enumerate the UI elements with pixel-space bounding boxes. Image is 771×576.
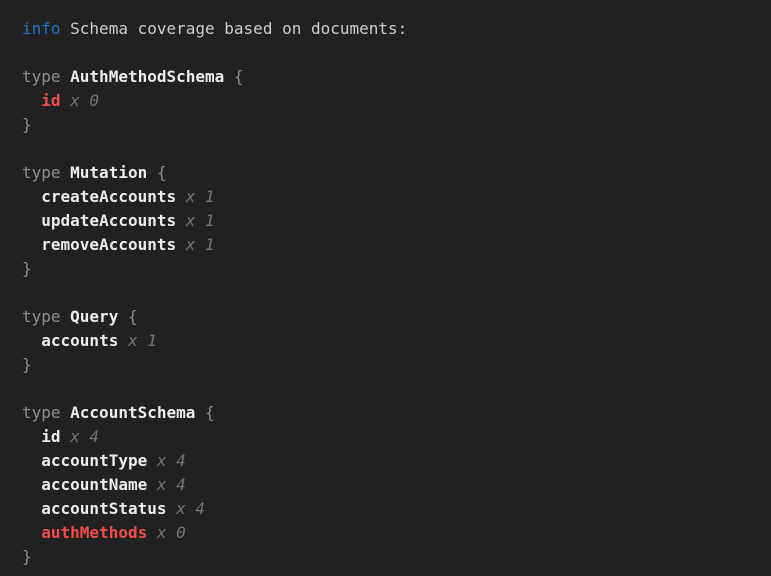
open-brace: { — [205, 403, 215, 422]
field-count: x 1 — [128, 331, 157, 350]
field-count: x 4 — [176, 499, 205, 518]
type-header: type AccountSchema { — [22, 401, 761, 425]
field-name: accountType — [41, 451, 147, 470]
type-header: type AuthMethodSchema { — [22, 65, 761, 89]
close-brace: } — [22, 259, 32, 278]
type-keyword: type — [22, 163, 61, 182]
terminal-window: infoSchema coverage based on documents: … — [0, 0, 771, 576]
field-line: createAccounts x 1 — [22, 185, 761, 209]
blank-line — [22, 41, 761, 65]
type-name: AuthMethodSchema — [70, 67, 224, 86]
field-line: updateAccounts x 1 — [22, 209, 761, 233]
field-count: x 1 — [186, 211, 215, 230]
open-brace: { — [234, 67, 244, 86]
type-header: type Mutation { — [22, 161, 761, 185]
type-header: type Query { — [22, 305, 761, 329]
info-message: Schema coverage based on documents: — [70, 19, 407, 38]
terminal-output: infoSchema coverage based on documents: … — [0, 0, 771, 569]
field-count: x 1 — [186, 187, 215, 206]
field-count: x 1 — [186, 235, 215, 254]
field-count: x 0 — [157, 523, 186, 542]
type-footer: } — [22, 113, 761, 137]
field-name: authMethods — [41, 523, 147, 542]
type-footer: } — [22, 353, 761, 377]
field-line: id x 4 — [22, 425, 761, 449]
open-brace: { — [128, 307, 138, 326]
type-name: Mutation — [70, 163, 147, 182]
log-line-info: info Schema coverage based on documents: — [22, 17, 761, 41]
type-keyword: type — [22, 67, 61, 86]
blank-line — [22, 137, 761, 161]
type-name: AccountSchema — [70, 403, 195, 422]
close-brace: } — [22, 355, 32, 374]
close-brace: } — [22, 547, 32, 566]
blank-line — [22, 281, 761, 305]
type-name: Query — [70, 307, 118, 326]
field-name: id — [41, 427, 60, 446]
field-name: accounts — [41, 331, 118, 350]
type-keyword: type — [22, 307, 61, 326]
field-count: x 4 — [70, 427, 99, 446]
field-line: accountType x 4 — [22, 449, 761, 473]
field-count: x 4 — [157, 475, 186, 494]
close-brace: } — [22, 115, 32, 134]
field-line: removeAccounts x 1 — [22, 233, 761, 257]
field-line: accounts x 1 — [22, 329, 761, 353]
blank-line — [22, 377, 761, 401]
type-footer: } — [22, 257, 761, 281]
info-badge: info — [22, 19, 61, 38]
field-name: id — [41, 91, 60, 110]
type-keyword: type — [22, 403, 61, 422]
field-name: createAccounts — [41, 187, 176, 206]
field-count: x 4 — [157, 451, 186, 470]
type-footer: } — [22, 545, 761, 569]
field-line: authMethods x 0 — [22, 521, 761, 545]
field-name: removeAccounts — [41, 235, 176, 254]
field-line: accountStatus x 4 — [22, 497, 761, 521]
field-name: updateAccounts — [41, 211, 176, 230]
field-line: id x 0 — [22, 89, 761, 113]
field-count: x 0 — [70, 91, 99, 110]
field-name: accountStatus — [41, 499, 166, 518]
field-line: accountName x 4 — [22, 473, 761, 497]
open-brace: { — [157, 163, 167, 182]
field-name: accountName — [41, 475, 147, 494]
